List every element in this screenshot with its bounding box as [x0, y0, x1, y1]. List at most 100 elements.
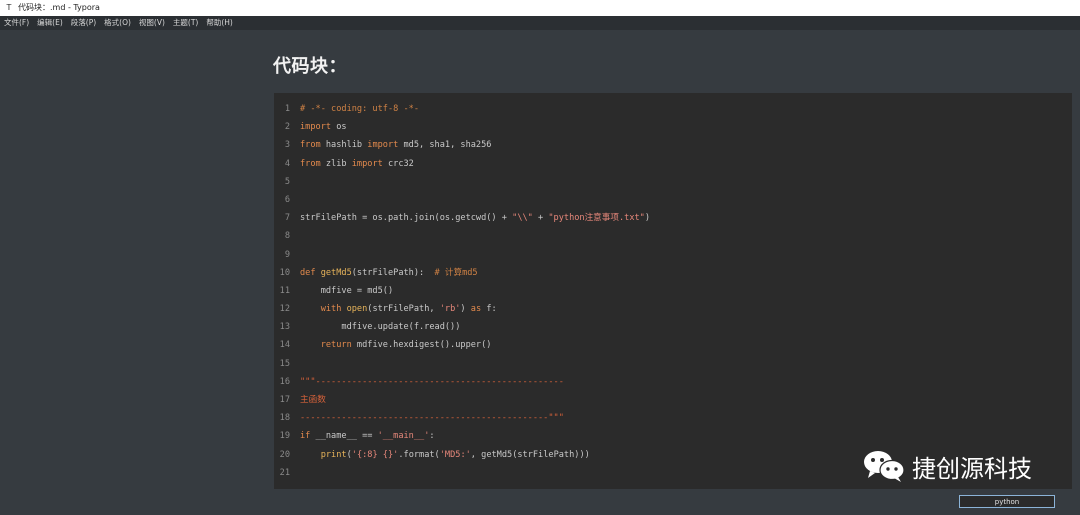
- watermark-text: 捷创源科技: [912, 454, 1032, 483]
- code-line-12[interactable]: 12 with open(strFilePath, 'rb') as f:: [274, 300, 1072, 318]
- code-keyword: import: [351, 158, 383, 169]
- line-number: 14: [279, 340, 290, 351]
- code-text: mdfive = md5(): [300, 285, 394, 296]
- window-title: 代码块：.md - Typora: [18, 3, 100, 12]
- line-number: 12: [279, 304, 290, 315]
- code-string: '__main__': [377, 431, 430, 442]
- code-docstring: """-------------------------------------…: [300, 376, 564, 387]
- line-number: 20: [279, 449, 290, 460]
- code-line-17[interactable]: 17 主函数: [274, 391, 1072, 409]
- typora-app-icon: T: [6, 3, 12, 12]
- code-docstring: 主函数: [300, 395, 326, 405]
- line-number: 15: [279, 358, 290, 369]
- line-number: 17: [279, 395, 290, 405]
- code-comment: # 计算md5: [434, 267, 478, 278]
- line-number: 6: [284, 194, 290, 205]
- menu-edit[interactable]: 编辑(E): [33, 16, 67, 30]
- code-text: md5, sha1, sha256: [398, 140, 492, 151]
- code-docstring: ----------------------------------------…: [300, 413, 564, 424]
- code-lines: 1 # -*- coding: utf-8 -*- 2 import os 3 fro…: [274, 100, 1072, 482]
- line-number: 1: [284, 104, 290, 114]
- code-line-10[interactable]: 10 def getMd5(strFilePath): # 计算md5: [274, 264, 1072, 282]
- code-text: ): [460, 304, 471, 315]
- code-line-3[interactable]: 3 from hashlib import md5, sha1, sha256: [274, 136, 1072, 154]
- code-text: , getMd5(strFilePath))): [470, 449, 590, 460]
- code-line-1[interactable]: 1 # -*- coding: utf-8 -*-: [274, 100, 1072, 118]
- code-line-6[interactable]: 6: [274, 191, 1072, 209]
- code-keyword: from: [300, 140, 321, 151]
- code-text: strFilePath = os.path.join(os.getcwd() +: [300, 213, 513, 224]
- code-line-16[interactable]: 16 """-----------------------------------…: [274, 373, 1072, 391]
- menu-file[interactable]: 文件(F): [0, 16, 33, 30]
- menu-format[interactable]: 格式(O): [100, 16, 135, 30]
- code-keyword: as: [470, 304, 482, 315]
- line-number: 16: [279, 376, 290, 387]
- code-block[interactable]: 1 # -*- coding: utf-8 -*- 2 import os 3 fro…: [274, 93, 1072, 489]
- line-number: 9: [284, 249, 290, 260]
- code-line-15[interactable]: 15: [274, 355, 1072, 373]
- code-line-14[interactable]: 14 return mdfive.hexdigest().upper(): [274, 336, 1072, 354]
- code-line-7[interactable]: 7 strFilePath = os.path.join(os.getcwd() …: [274, 209, 1072, 227]
- line-number: 19: [279, 431, 290, 442]
- code-string: "\\": [512, 213, 533, 224]
- line-number: 7: [284, 213, 290, 224]
- code-text: crc32: [382, 158, 414, 169]
- code-line-4[interactable]: 4 from zlib import crc32: [274, 155, 1072, 173]
- code-text: .format(: [398, 449, 440, 460]
- code-string: '{:8} {}': [351, 449, 399, 460]
- line-number: 11: [279, 285, 290, 296]
- code-line-2[interactable]: 2 import os: [274, 118, 1072, 136]
- code-keyword: import: [300, 122, 332, 133]
- line-number: 8: [284, 231, 290, 242]
- code-text: f:: [481, 304, 497, 315]
- code-text: hashlib: [320, 140, 368, 151]
- code-text: mdfive.update(f.read()): [300, 322, 461, 333]
- menu-bar: 文件(F) 编辑(E) 段落(P) 格式(O) 视图(V) 主题(T) 帮助(H…: [0, 16, 1080, 30]
- code-text: :: [429, 431, 435, 442]
- code-text: mdfive.hexdigest().upper(): [351, 340, 492, 351]
- code-keyword: import: [367, 140, 399, 151]
- menu-help[interactable]: 帮助(H): [202, 16, 237, 30]
- code-comment: # -*- coding: utf-8 -*-: [300, 104, 419, 114]
- code-line-13[interactable]: 13 mdfive.update(f.read()): [274, 318, 1072, 336]
- line-number: 18: [279, 413, 290, 424]
- line-number: 2: [284, 122, 290, 133]
- code-string: 'MD5:': [439, 449, 471, 460]
- line-number: 5: [284, 176, 290, 187]
- code-text: +: [532, 213, 549, 224]
- title-bar: T 代码块：.md - Typora: [0, 0, 1080, 16]
- code-line-19[interactable]: 19 if __name__ == '__main__':: [274, 427, 1072, 445]
- code-line-11[interactable]: 11 mdfive = md5(): [274, 282, 1072, 300]
- line-number: 21: [279, 467, 290, 478]
- code-text: ): [644, 213, 651, 224]
- code-keyword: from: [300, 158, 321, 169]
- menu-paragraph[interactable]: 段落(P): [67, 16, 100, 30]
- code-line-18[interactable]: 18 --------------------------------------…: [274, 409, 1072, 427]
- code-text: (strFilePath):: [351, 267, 435, 278]
- code-string: "python注意事项.txt": [548, 213, 645, 224]
- code-keyword: return: [320, 340, 352, 351]
- code-line-9[interactable]: 9: [274, 246, 1072, 264]
- code-text: (strFilePath,: [367, 304, 440, 315]
- code-line-8[interactable]: 8: [274, 227, 1072, 245]
- line-number: 10: [279, 267, 290, 278]
- code-keyword: with: [320, 304, 342, 315]
- line-number: 4: [284, 158, 290, 169]
- code-keyword: def: [300, 267, 316, 278]
- code-string: 'rb': [439, 304, 461, 315]
- code-text: os: [331, 122, 347, 133]
- document-heading[interactable]: 代码块：: [273, 52, 347, 78]
- code-builtin: open: [341, 304, 368, 315]
- code-keyword: if: [300, 431, 311, 442]
- wechat-icon: [862, 448, 906, 484]
- menu-theme[interactable]: 主题(T): [169, 16, 202, 30]
- code-function-name: getMd5: [315, 267, 352, 278]
- code-builtin: print: [320, 449, 347, 460]
- code-line-5[interactable]: 5: [274, 173, 1072, 191]
- menu-view[interactable]: 视图(V): [135, 16, 169, 30]
- code-text: __name__ ==: [310, 431, 378, 442]
- code-language-input[interactable]: python: [959, 495, 1055, 508]
